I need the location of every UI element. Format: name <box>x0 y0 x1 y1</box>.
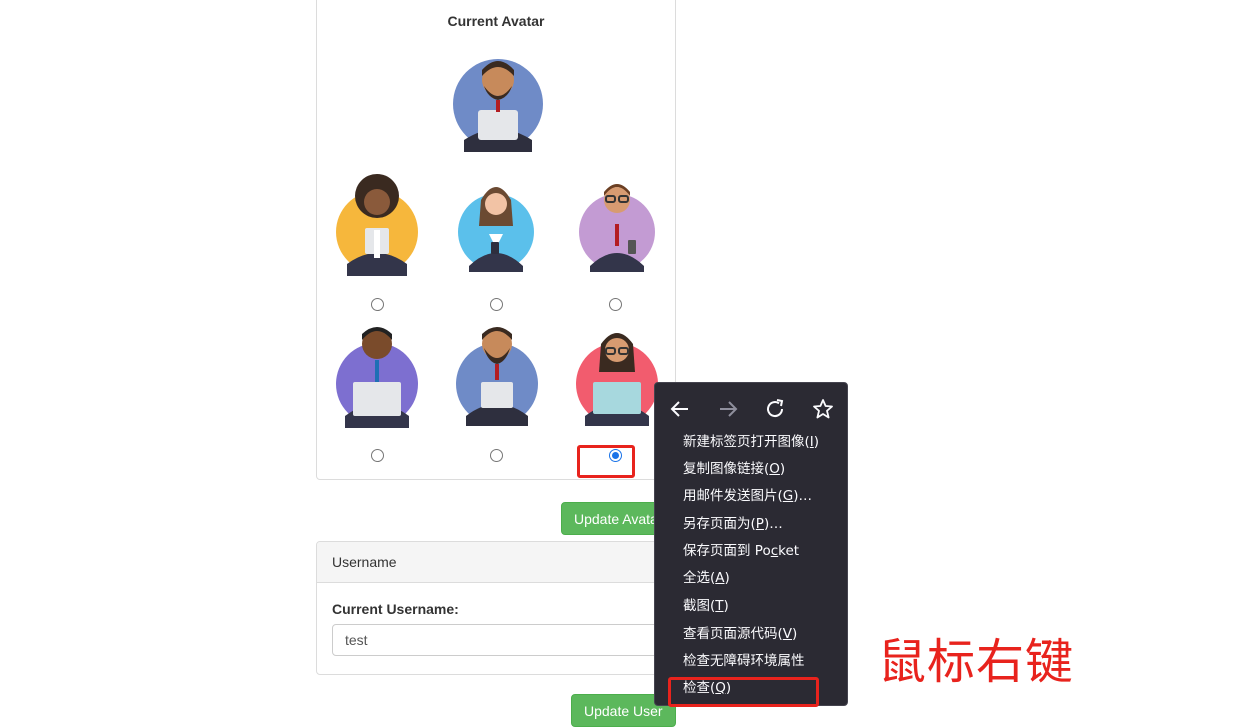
menu-save-page-as[interactable]: 另存页面为(P)… <box>683 513 783 535</box>
menu-screenshot[interactable]: 截图(T) <box>683 595 729 617</box>
reload-icon[interactable] <box>763 397 787 421</box>
menu-open-image-new-tab[interactable]: 新建标签页打开图像(I) <box>683 431 819 453</box>
right-click-annotation: 鼠标右键 <box>878 634 1075 690</box>
forward-icon[interactable] <box>716 397 740 421</box>
avatar-radio-5[interactable] <box>490 449 503 462</box>
username-panel: Username Current Username: test <box>316 541 676 675</box>
avatar-radio-3[interactable] <box>609 298 622 311</box>
menu-inspect-accessibility[interactable]: 检查无障碍环境属性 <box>683 650 805 672</box>
avatar-radio-1[interactable] <box>371 298 384 311</box>
back-icon[interactable] <box>668 397 692 421</box>
username-input[interactable]: test <box>332 624 672 656</box>
avatar-option-6[interactable] <box>573 322 658 426</box>
avatar-radio-2[interactable] <box>490 298 503 311</box>
menu-view-page-source[interactable]: 查看页面源代码(V) <box>683 623 797 645</box>
avatar-option-5[interactable] <box>454 322 538 426</box>
current-avatar-title: Current Avatar <box>447 13 545 29</box>
menu-select-all[interactable]: 全选(A) <box>683 567 730 589</box>
avatar-option-4[interactable] <box>333 320 418 428</box>
avatar-panel: Current Avatar <box>316 0 676 480</box>
current-username-label: Current Username: <box>332 601 459 617</box>
username-panel-heading: Username <box>317 542 675 583</box>
inspect-highlight <box>668 677 819 707</box>
context-menu: 新建标签页打开图像(I) 复制图像链接(O) 用邮件发送图片(G)… 另存页面为… <box>654 382 848 706</box>
menu-save-to-pocket[interactable]: 保存页面到 Pocket <box>683 540 799 562</box>
menu-copy-image-link[interactable]: 复制图像链接(O) <box>683 458 785 480</box>
menu-email-image[interactable]: 用邮件发送图片(G)… <box>683 485 812 507</box>
avatar-option-3[interactable] <box>576 174 660 272</box>
context-nav-row <box>655 397 847 421</box>
current-avatar-image <box>450 48 543 152</box>
avatar-radio-4[interactable] <box>371 449 384 462</box>
avatar-option-2[interactable] <box>455 174 539 272</box>
selected-radio-highlight <box>577 445 635 478</box>
bookmark-star-icon[interactable] <box>811 397 835 421</box>
avatar-option-1[interactable] <box>333 170 418 276</box>
